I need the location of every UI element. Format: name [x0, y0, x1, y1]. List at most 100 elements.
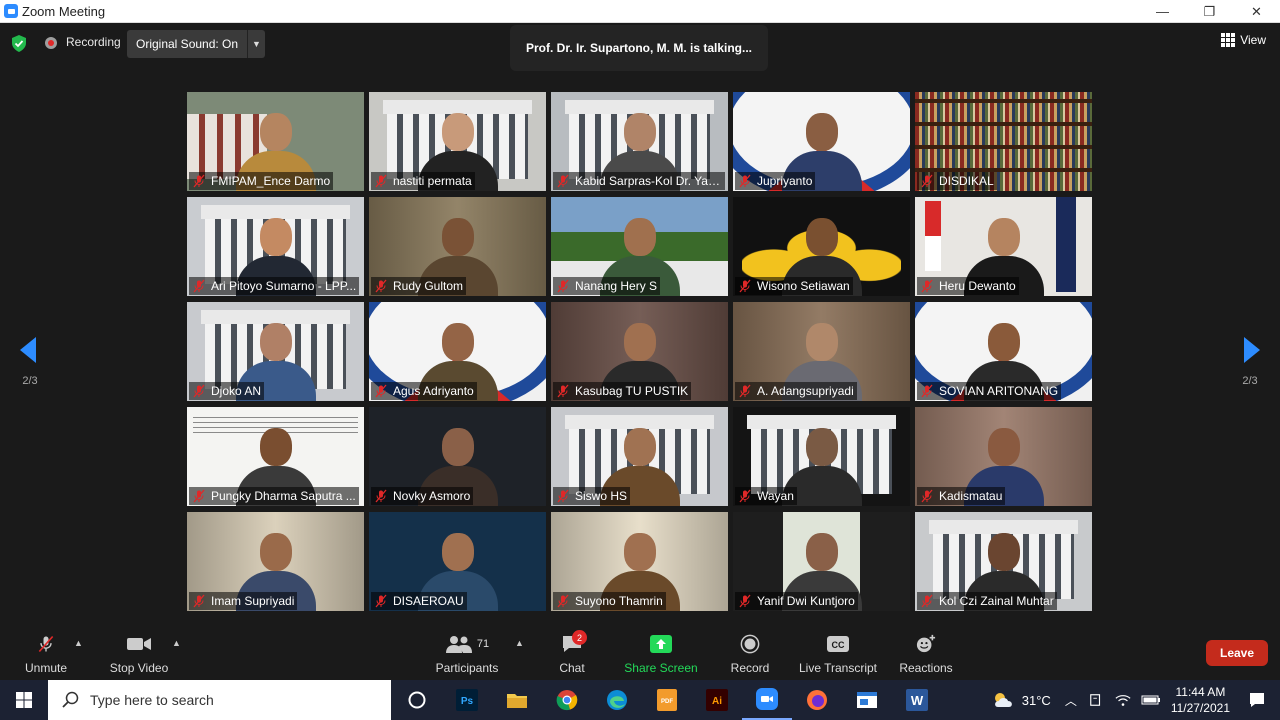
share-screen-button[interactable]: Share Screen: [620, 628, 702, 680]
wifi-icon[interactable]: [1115, 693, 1131, 707]
chat-icon-wrap: 2: [557, 630, 587, 654]
participant-tile[interactable]: nastiti permata: [369, 92, 546, 191]
participant-name: Heru Dewanto: [939, 279, 1016, 293]
muted-mic-icon: [375, 594, 387, 608]
participant-name: A. Adangsupriyadi: [757, 384, 854, 398]
participant-name-tag: Siswo HS: [553, 487, 631, 505]
participant-tile[interactable]: Djoko AN: [187, 302, 364, 401]
reactions-button[interactable]: Reactions: [896, 628, 956, 680]
participant-tile[interactable]: Kadismatau: [915, 407, 1092, 506]
file-explorer-icon[interactable]: [492, 680, 542, 720]
participant-tile[interactable]: Ari Pitoyo Sumarno - LPP...: [187, 197, 364, 296]
participant-tile[interactable]: Wayan: [733, 407, 910, 506]
next-page-icon[interactable]: [1240, 335, 1264, 365]
closed-caption-icon: CC: [827, 636, 849, 652]
live-transcript-button[interactable]: CC Live Transcript: [796, 628, 880, 680]
participant-tile[interactable]: Kol Czi Zainal Muhtar: [915, 512, 1092, 611]
unmute-button[interactable]: Unmute: [18, 628, 74, 680]
share-screen-label: Share Screen: [624, 661, 698, 675]
window-app-icon[interactable]: [842, 680, 892, 720]
participant-name-tag: A. Adangsupriyadi: [735, 382, 857, 400]
reactions-label: Reactions: [899, 661, 953, 675]
illustrator-icon[interactable]: Ai: [692, 680, 742, 720]
participant-tile[interactable]: FMIPAM_Ence Darmo: [187, 92, 364, 191]
participant-tile[interactable]: Suyono Thamrin: [551, 512, 728, 611]
taskbar-clock[interactable]: 11:44 AM 11/27/2021: [1171, 684, 1230, 716]
participant-tile[interactable]: Novky Asmoro: [369, 407, 546, 506]
weather-icon[interactable]: [992, 691, 1016, 709]
taskbar-search-box[interactable]: Type here to search: [48, 680, 391, 720]
participant-name-tag: Ari Pitoyo Sumarno - LPP...: [189, 277, 360, 295]
participant-name: Kasubag TU PUSTIK: [575, 384, 689, 398]
muted-mic-icon: [557, 384, 569, 398]
participant-name: Kol Czi Zainal Muhtar: [939, 594, 1054, 608]
muted-mic-icon: [739, 384, 751, 398]
participant-tile[interactable]: Heru Dewanto: [915, 197, 1092, 296]
pdf-icon[interactable]: PDF: [642, 680, 692, 720]
participant-tile[interactable]: Imam Supriyadi: [187, 512, 364, 611]
meeting-area: Recording Original Sound: On ▼ Prof. Dr.…: [0, 23, 1280, 628]
participant-tile[interactable]: Agus Adriyanto: [369, 302, 546, 401]
participant-tile[interactable]: Kasubag TU PUSTIK: [551, 302, 728, 401]
close-button[interactable]: ✕: [1233, 0, 1280, 23]
audio-options-caret-icon[interactable]: ▲: [74, 638, 83, 648]
photoshop-icon[interactable]: Ps: [442, 680, 492, 720]
firefox-icon[interactable]: [792, 680, 842, 720]
leave-button[interactable]: Leave: [1206, 640, 1268, 666]
show-hidden-icons-icon[interactable]: ︿: [1065, 692, 1077, 709]
participant-tile[interactable]: Yanif Dwi Kuntjoro: [733, 512, 910, 611]
word-icon[interactable]: W: [892, 680, 942, 720]
participant-tile[interactable]: Nanang Hery S: [551, 197, 728, 296]
participant-name: SOVIAN ARITONANG: [939, 384, 1059, 398]
original-sound-dropdown-icon[interactable]: ▼: [247, 30, 265, 58]
participant-tile[interactable]: Wisono Setiawan: [733, 197, 910, 296]
participant-tile[interactable]: SOVIAN ARITONANG: [915, 302, 1092, 401]
maximize-button[interactable]: ❐: [1186, 0, 1233, 23]
cortana-icon[interactable]: [392, 680, 442, 720]
participant-tile[interactable]: DISAEROAU: [369, 512, 546, 611]
muted-mic-icon: [557, 279, 569, 293]
clock-date: 11/27/2021: [1170, 701, 1230, 715]
stop-video-button[interactable]: Stop Video: [104, 628, 174, 680]
chat-unread-badge: 2: [572, 630, 587, 645]
participant-name: Kabid Sarpras-Kol Dr. Yan...: [575, 174, 722, 188]
participant-tile[interactable]: Rudy Gultom: [369, 197, 546, 296]
participants-options-caret-icon[interactable]: ▲: [515, 638, 524, 648]
windows-taskbar: Type here to search Ps PDF Ai W 31°C ︿ 1…: [0, 680, 1280, 720]
participant-name: Novky Asmoro: [393, 489, 471, 503]
original-sound-button[interactable]: Original Sound: On: [127, 30, 247, 58]
security-shield-icon[interactable]: [11, 35, 27, 52]
participant-tile[interactable]: Siswo HS: [551, 407, 728, 506]
edge-icon[interactable]: [592, 680, 642, 720]
video-options-caret-icon[interactable]: ▲: [172, 638, 181, 648]
battery-icon[interactable]: [1141, 694, 1161, 706]
muted-mic-icon: [557, 594, 569, 608]
notifications-icon[interactable]: [1248, 691, 1266, 709]
participant-tile[interactable]: Pungky Dharma Saputra ...: [187, 407, 364, 506]
muted-mic-icon: [921, 594, 933, 608]
participants-icon-group: 71: [445, 634, 489, 654]
participant-tile[interactable]: Kabid Sarpras-Kol Dr. Yan...: [551, 92, 728, 191]
previous-page-icon[interactable]: [16, 335, 40, 365]
participant-tile[interactable]: DISDIKAL: [915, 92, 1092, 191]
chrome-icon[interactable]: [542, 680, 592, 720]
participant-name: Pungky Dharma Saputra ...: [211, 489, 356, 503]
minimize-button[interactable]: —: [1139, 0, 1186, 23]
view-button[interactable]: View: [1221, 33, 1266, 47]
participant-name-tag: Yanif Dwi Kuntjoro: [735, 592, 858, 610]
zoom-icon[interactable]: [742, 680, 792, 720]
recording-indicator-icon: [45, 37, 57, 49]
participant-name: Jupriyanto: [757, 174, 813, 188]
windows-start-button[interactable]: [0, 680, 48, 720]
chat-button[interactable]: 2 Chat: [552, 628, 592, 680]
network-icon[interactable]: [1089, 693, 1103, 707]
participants-button[interactable]: 71 Participants: [430, 628, 504, 680]
share-screen-icon: [650, 635, 672, 653]
participant-tile[interactable]: A. Adangsupriyadi: [733, 302, 910, 401]
participant-name: Rudy Gultom: [393, 279, 464, 293]
participant-name-tag: FMIPAM_Ence Darmo: [189, 172, 334, 190]
svg-text:Ps: Ps: [461, 696, 474, 707]
record-button[interactable]: Record: [726, 628, 774, 680]
participant-tile[interactable]: Jupriyanto: [733, 92, 910, 191]
muted-mic-icon: [193, 384, 205, 398]
